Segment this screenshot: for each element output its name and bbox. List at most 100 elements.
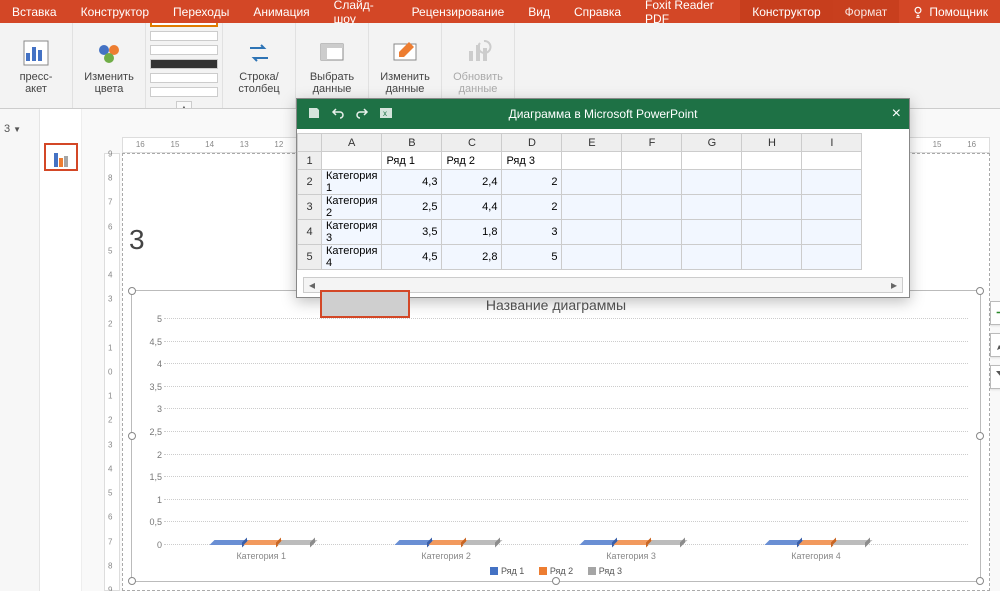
gallery-up-icon[interactable]: ▲ xyxy=(177,102,191,109)
grid-cell[interactable] xyxy=(742,220,802,245)
grid-cell[interactable]: Ряд 3 xyxy=(502,152,562,170)
grid-cell[interactable] xyxy=(802,245,862,270)
tab-slideshow[interactable]: Слайд-шоу xyxy=(322,0,400,23)
grid-cell[interactable] xyxy=(742,195,802,220)
row-header[interactable]: 5 xyxy=(298,245,322,270)
grid-cell[interactable]: Категория 4 xyxy=(322,245,382,270)
grid-cell[interactable]: 3,5 xyxy=(382,220,442,245)
grid-cell[interactable] xyxy=(622,245,682,270)
close-icon[interactable]: × xyxy=(892,105,901,123)
resize-handle[interactable] xyxy=(128,577,136,585)
column-header[interactable]: B xyxy=(382,134,442,152)
scroll-left-icon[interactable]: ◂ xyxy=(304,278,320,292)
grid-cell[interactable] xyxy=(322,152,382,170)
grid-cell[interactable] xyxy=(682,245,742,270)
tab-view[interactable]: Вид xyxy=(516,0,562,23)
change-colors-button[interactable]: Изменить цвета xyxy=(79,37,139,95)
resize-handle[interactable] xyxy=(128,432,136,440)
scroll-right-icon[interactable]: ▸ xyxy=(886,278,902,292)
grid-cell[interactable] xyxy=(682,195,742,220)
tab-foxit[interactable]: Foxit Reader PDF xyxy=(633,0,740,23)
tab-review[interactable]: Рецензирование xyxy=(400,0,517,23)
chart-style-6[interactable] xyxy=(150,59,218,69)
switch-row-column-button[interactable]: Строка/ столбец xyxy=(229,37,289,95)
column-header[interactable]: E xyxy=(562,134,622,152)
grid-cell[interactable] xyxy=(682,220,742,245)
tell-me[interactable]: Помощник xyxy=(899,0,1000,23)
chart-style-4[interactable] xyxy=(150,31,218,41)
row-header[interactable]: 3 xyxy=(298,195,322,220)
grid-cell[interactable] xyxy=(742,152,802,170)
resize-handle[interactable] xyxy=(976,577,984,585)
resize-handle[interactable] xyxy=(976,287,984,295)
grid-cell[interactable] xyxy=(742,245,802,270)
horizontal-scrollbar[interactable]: ◂ ▸ xyxy=(303,277,903,293)
grid-cell[interactable] xyxy=(802,195,862,220)
grid-cell[interactable]: 5 xyxy=(502,245,562,270)
tab-chart-design[interactable]: Конструктор xyxy=(740,0,832,23)
grid-cell[interactable] xyxy=(622,220,682,245)
quick-layout-button[interactable]: пресс- акет xyxy=(6,37,66,95)
data-grid[interactable]: ABCDEFGHI1Ряд 1Ряд 2Ряд 32Категория 14,3… xyxy=(297,129,909,270)
grid-cell[interactable] xyxy=(622,195,682,220)
tab-chart-format[interactable]: Формат xyxy=(833,0,900,23)
grid-cell[interactable]: 2 xyxy=(502,195,562,220)
row-header[interactable]: 2 xyxy=(298,170,322,195)
chart-data-window[interactable]: x Диаграмма в Microsoft PowerPoint × ABC… xyxy=(296,98,910,298)
grid-cell[interactable]: 2,5 xyxy=(382,195,442,220)
tab-transitions[interactable]: Переходы xyxy=(161,0,241,23)
column-header[interactable]: D xyxy=(502,134,562,152)
select-data-button[interactable]: Выбрать данные xyxy=(302,37,362,95)
grid-cell[interactable]: 4,3 xyxy=(382,170,442,195)
column-header[interactable]: A xyxy=(322,134,382,152)
scroll-thumb[interactable] xyxy=(320,290,410,318)
resize-handle[interactable] xyxy=(552,577,560,585)
resize-handle[interactable] xyxy=(128,287,136,295)
slide-thumb-3[interactable] xyxy=(44,143,78,171)
grid-cell[interactable]: 4,5 xyxy=(382,245,442,270)
grid-cell[interactable] xyxy=(622,170,682,195)
row-header[interactable]: 1 xyxy=(298,152,322,170)
chart-filters-button[interactable] xyxy=(990,365,1000,389)
chart-style-7[interactable] xyxy=(150,73,218,83)
grid-cell[interactable] xyxy=(682,152,742,170)
grid-cell[interactable]: 3 xyxy=(502,220,562,245)
column-header[interactable]: C xyxy=(442,134,502,152)
grid-cell[interactable] xyxy=(802,170,862,195)
resize-handle[interactable] xyxy=(976,432,984,440)
chart-elements-button[interactable]: ＋ xyxy=(990,301,1000,325)
grid-cell[interactable] xyxy=(562,170,622,195)
corner-cell[interactable] xyxy=(298,134,322,152)
grid-cell[interactable]: 4,4 xyxy=(442,195,502,220)
chart-object[interactable]: Название диаграммы 54,543,532,521,510,50… xyxy=(131,290,981,582)
grid-cell[interactable]: Ряд 1 xyxy=(382,152,442,170)
grid-cell[interactable] xyxy=(562,195,622,220)
grid-cell[interactable]: 2,8 xyxy=(442,245,502,270)
grid-cell[interactable]: 1,8 xyxy=(442,220,502,245)
grid-cell[interactable]: Категория 1 xyxy=(322,170,382,195)
grid-cell[interactable] xyxy=(622,152,682,170)
grid-cell[interactable] xyxy=(562,220,622,245)
column-header[interactable]: G xyxy=(682,134,742,152)
chart-styles-button[interactable] xyxy=(990,333,1000,357)
chart-style-8[interactable] xyxy=(150,87,218,97)
grid-cell[interactable] xyxy=(742,170,802,195)
tab-insert[interactable]: Вставка xyxy=(0,0,69,23)
column-header[interactable]: H xyxy=(742,134,802,152)
grid-cell[interactable]: 2 xyxy=(502,170,562,195)
grid-cell[interactable] xyxy=(562,245,622,270)
tab-animations[interactable]: Анимация xyxy=(241,0,321,23)
grid-cell[interactable] xyxy=(562,152,622,170)
outline-toggle[interactable]: 3▼ xyxy=(0,121,39,137)
grid-cell[interactable] xyxy=(802,220,862,245)
grid-cell[interactable] xyxy=(682,170,742,195)
tab-design[interactable]: Конструктор xyxy=(69,0,161,23)
column-header[interactable]: F xyxy=(622,134,682,152)
tab-help[interactable]: Справка xyxy=(562,0,633,23)
grid-cell[interactable]: Категория 2 xyxy=(322,195,382,220)
edit-data-button[interactable]: Изменить данные xyxy=(375,37,435,95)
grid-cell[interactable] xyxy=(802,152,862,170)
chart-style-3[interactable] xyxy=(150,23,218,27)
grid-cell[interactable]: Категория 3 xyxy=(322,220,382,245)
column-header[interactable]: I xyxy=(802,134,862,152)
